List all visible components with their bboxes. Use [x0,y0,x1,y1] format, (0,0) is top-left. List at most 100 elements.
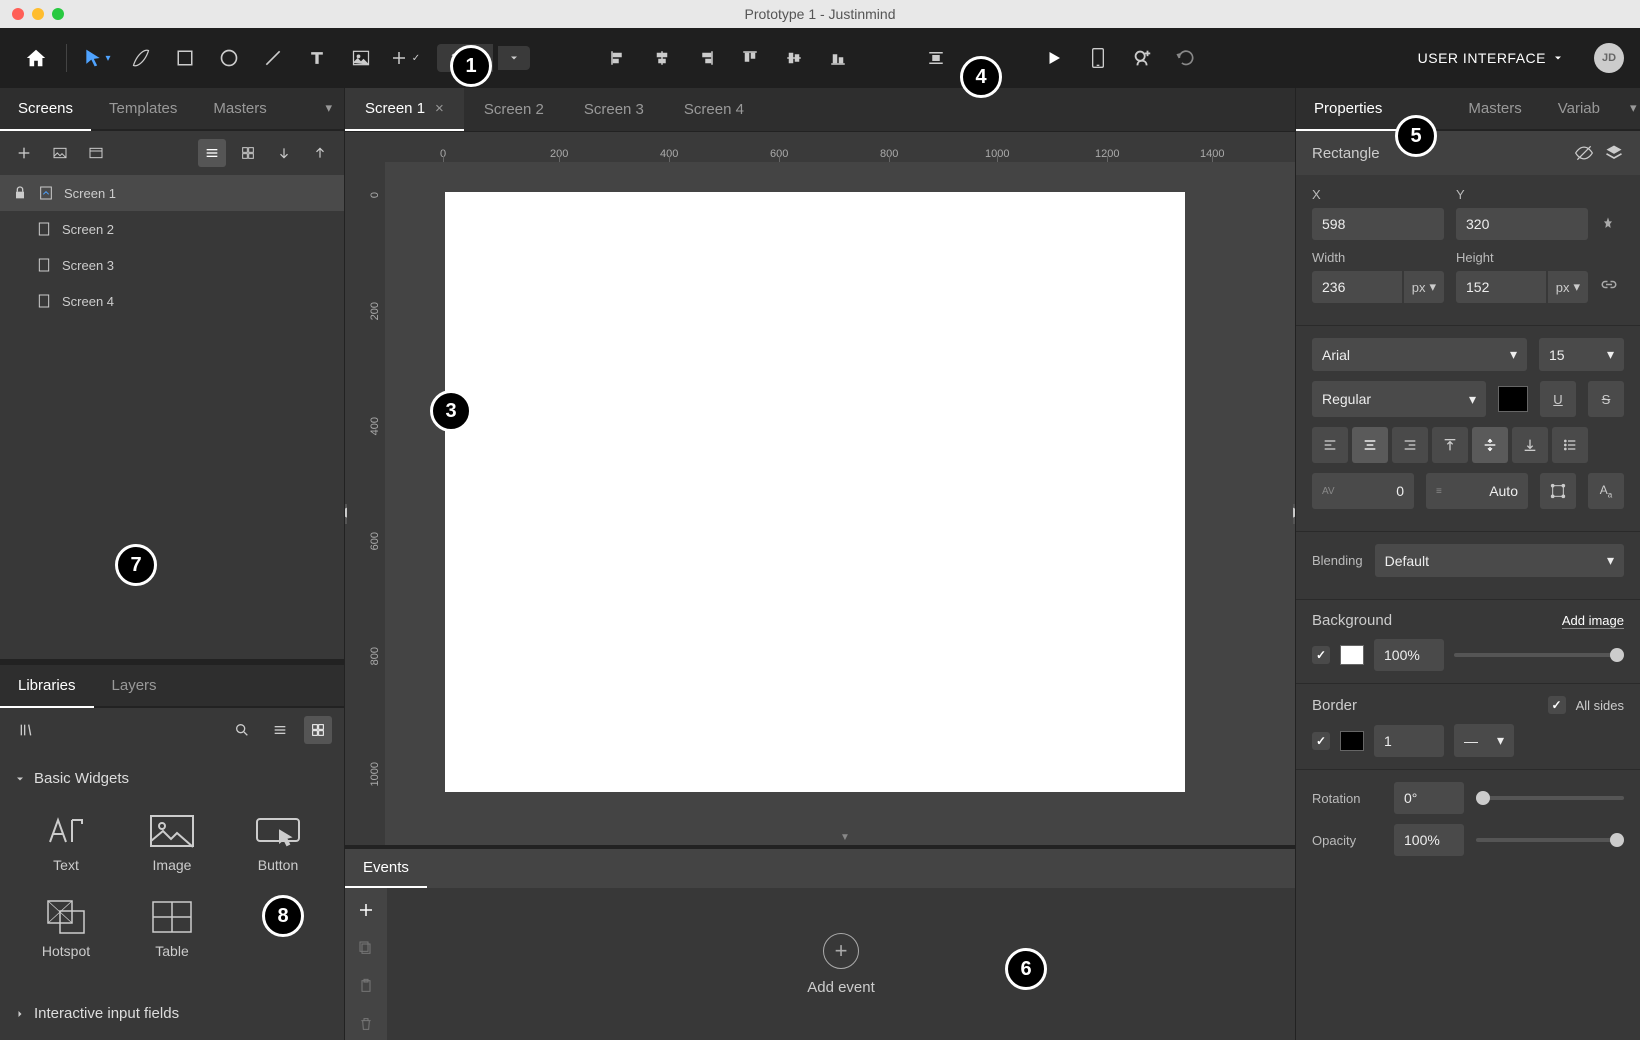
doc-tab[interactable]: Screen 4 [664,88,764,131]
play-button[interactable] [1034,38,1074,78]
add-event-button[interactable] [352,896,380,924]
y-input[interactable] [1456,208,1588,240]
all-sides-checkbox[interactable] [1548,696,1566,714]
rectangle-tool[interactable] [165,38,205,78]
align-bottom-button[interactable] [818,38,858,78]
image-tool[interactable] [341,38,381,78]
transform-icon[interactable] [1540,473,1576,509]
widget-button[interactable]: Button [230,805,326,881]
delete-event-button[interactable] [352,1010,380,1038]
screen-item[interactable]: Screen 1 [0,175,344,211]
doc-tab[interactable]: Screen 3 [564,88,664,131]
tab-templates[interactable]: Templates [91,88,195,129]
panel-divider[interactable] [0,659,344,665]
width-input[interactable] [1312,271,1402,303]
widget-hotspot[interactable]: Hotspot [18,891,114,967]
height-input[interactable] [1456,271,1546,303]
width-unit[interactable]: px ▾ [1404,271,1444,303]
copy-event-button[interactable] [352,934,380,962]
screen-item[interactable]: Screen 4 [0,283,344,319]
maximize-window-button[interactable] [52,8,64,20]
letter-spacing-input[interactable]: AV 0 [1312,473,1414,509]
background-checkbox[interactable] [1312,646,1330,664]
tab-screens[interactable]: Screens [0,88,91,131]
add-tool[interactable]: ✓ [385,38,425,78]
align-center-v-button[interactable] [774,38,814,78]
device-preview-button[interactable] [1078,38,1118,78]
valign-middle[interactable] [1472,427,1508,463]
left-tabs-menu[interactable]: ▾ [313,88,344,129]
tab-masters-right[interactable]: Masters [1450,88,1539,129]
tab-layers[interactable]: Layers [94,665,175,706]
sort-down-button[interactable] [270,139,298,167]
doc-tab[interactable]: Screen 2 [464,88,564,131]
text-color-swatch[interactable] [1498,386,1528,412]
border-width-input[interactable] [1374,725,1444,757]
tab-variables[interactable]: Variab [1540,88,1618,129]
text-tool[interactable] [297,38,337,78]
visibility-icon[interactable] [1574,143,1594,163]
list-button[interactable] [1552,427,1588,463]
align-top-button[interactable] [730,38,770,78]
artboard[interactable] [445,192,1185,792]
section-interactive-inputs[interactable]: Interactive input fields [14,997,330,1030]
line-height-select[interactable]: ≡ Auto [1426,473,1528,509]
right-tabs-menu[interactable]: ▾ [1618,88,1640,129]
valign-bottom[interactable] [1512,427,1548,463]
tab-properties[interactable]: Properties [1296,88,1400,131]
valign-top[interactable] [1432,427,1468,463]
minimize-window-button[interactable] [32,8,44,20]
ui-mode-select[interactable]: USER INTERFACE [1408,44,1574,72]
rotation-slider[interactable] [1476,796,1624,800]
chevron-down-icon[interactable]: ▼ [840,832,850,843]
widget-text[interactable]: Text [18,805,114,881]
library-icon[interactable] [12,716,40,744]
folder-icon[interactable] [82,139,110,167]
collapse-left-handle[interactable]: ◀ [345,504,347,524]
text-transform-icon[interactable]: Aa [1588,473,1624,509]
pen-tool[interactable] [121,38,161,78]
align-center-h-button[interactable] [642,38,682,78]
add-screen-button[interactable] [10,139,38,167]
height-unit[interactable]: px ▾ [1548,271,1588,303]
close-window-button[interactable] [12,8,24,20]
font-weight-select[interactable]: Regular▾ [1312,381,1486,417]
align-left-button[interactable] [598,38,638,78]
distribute-v-button[interactable] [916,38,956,78]
user-avatar[interactable]: JD [1594,43,1624,73]
sort-up-button[interactable] [306,139,334,167]
add-event-circle[interactable]: + [823,933,859,969]
tab-libraries[interactable]: Libraries [0,665,94,708]
screen-item[interactable]: Screen 2 [0,211,344,247]
paste-event-button[interactable] [352,972,380,1000]
border-style-select[interactable]: —▾ [1454,724,1514,757]
close-tab-icon[interactable]: × [435,100,444,117]
lib-grid-view[interactable] [304,716,332,744]
text-align-right[interactable] [1392,427,1428,463]
events-tab[interactable]: Events [345,849,427,888]
lib-list-view[interactable] [266,716,294,744]
rotation-input[interactable] [1394,782,1464,814]
pin-icon[interactable] [1600,216,1616,232]
canvas[interactable]: ▼ [385,162,1295,845]
section-basic-widgets[interactable]: Basic Widgets [14,762,330,795]
blending-select[interactable]: Default▾ [1375,544,1624,577]
zoom-dropdown[interactable] [498,46,530,70]
font-size-select[interactable]: 15▾ [1539,338,1624,371]
border-color-swatch[interactable] [1340,731,1364,751]
image-icon[interactable] [46,139,74,167]
border-checkbox[interactable] [1312,732,1330,750]
strikethrough-button[interactable]: S [1588,381,1624,417]
align-right-button[interactable] [686,38,726,78]
home-button[interactable] [16,38,56,78]
background-color-swatch[interactable] [1340,645,1364,665]
font-family-select[interactable]: Arial▾ [1312,338,1527,371]
link-icon[interactable] [1600,277,1618,295]
share-button[interactable] [1122,38,1162,78]
grid-view-button[interactable] [234,139,262,167]
text-align-center[interactable] [1352,427,1388,463]
line-tool[interactable] [253,38,293,78]
list-view-button[interactable] [198,139,226,167]
background-opacity-input[interactable] [1374,639,1444,671]
opacity-input[interactable] [1394,824,1464,856]
